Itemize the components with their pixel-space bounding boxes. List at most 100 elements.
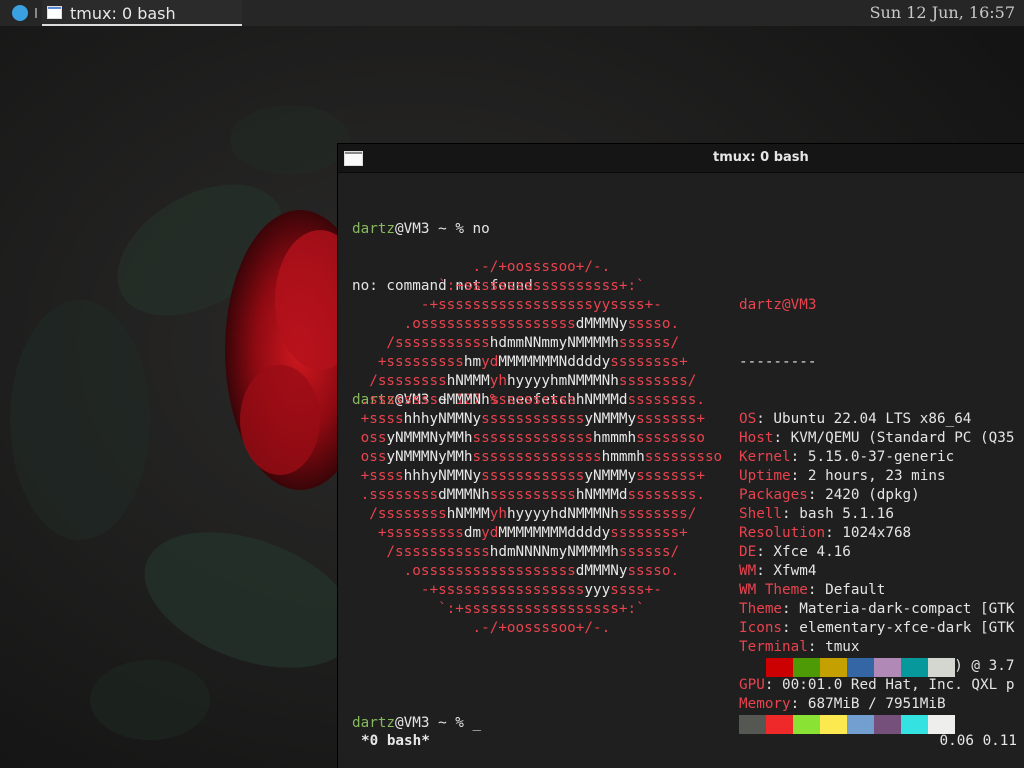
info-key: Host	[739, 430, 774, 446]
color-swatch	[901, 715, 928, 734]
logo-segment: hNMMM	[446, 506, 490, 522]
prompt-user: dartz	[352, 715, 396, 731]
logo-line: +sssssssssdmydMMMMMMMMddddyssssssss+	[352, 524, 722, 543]
logo-segment: ssssssss/	[618, 506, 697, 522]
logo-segment: ssssssso	[636, 430, 705, 446]
color-swatch	[820, 658, 847, 677]
logo-line: /ssssssssssshdmmNNmmyNMMMMhssssss/	[352, 334, 722, 353]
logo-segment: hdmNNNNmyNMMMMh	[489, 544, 619, 560]
logo-segment: .-/+oossssoo+/-.	[352, 259, 611, 275]
logo-line: .ssssssssdMMMNhsssssssssshNMMMdssssssss.	[352, 391, 722, 410]
logo-segment: .-/+oossssoo+/-.	[352, 620, 611, 636]
logo-segment: yNMMMNyMMh	[386, 449, 473, 465]
info-value: : Ubuntu 22.04 LTS x86_64	[756, 411, 972, 427]
color-swatch	[766, 715, 793, 734]
tmux-window-list[interactable]: *0 bash*	[361, 733, 430, 749]
logo-segment: oss	[352, 449, 387, 465]
logo-segment: hNMMM	[446, 373, 490, 389]
info-value: : 2 hours, 23 mins	[790, 468, 946, 484]
logo-segment: ssssssss/	[618, 373, 697, 389]
logo-segment: ssssssss.	[627, 487, 705, 503]
logo-segment: sssssssssssssss	[472, 449, 602, 465]
logo-segment: +ssss	[352, 468, 404, 484]
logo-segment: yNMMMNyMMh	[386, 430, 473, 446]
logo-line: +sssshhhyNMMNyssssssssssssyNMMMysssssss+	[352, 410, 722, 429]
logo-segment: +sssssssss	[352, 525, 464, 541]
info-key: DE	[739, 544, 757, 560]
top-panel: tmux: 0 bash Sun 12 Jun, 16:57	[0, 0, 1024, 26]
whisker-menu-icon[interactable]	[12, 5, 28, 21]
info-row: OS: Ubuntu 22.04 LTS x86_64	[739, 410, 1014, 429]
info-row: Host: KVM/QEMU (Standard PC (Q35	[739, 429, 1014, 448]
panel-clock[interactable]: Sun 12 Jun, 16:57	[870, 3, 1015, 22]
color-swatch	[739, 658, 766, 677]
logo-segment: ssssssssssssss	[472, 430, 594, 446]
logo-segment: ssssssssss	[489, 392, 576, 408]
logo-line: -+sssssssssssssssssyyyssss+-	[352, 581, 722, 600]
logo-line: +ssssssssshmydMMMMMMMNddddyssssssss+	[352, 353, 722, 372]
info-key: Shell	[739, 506, 783, 522]
logo-line: `:+ssssssssssssssssss+:`	[352, 277, 722, 296]
color-swatch	[928, 715, 955, 734]
info-value: : Default	[807, 582, 886, 598]
color-swatch	[874, 658, 901, 677]
window-titlebar[interactable]: tmux: 0 bash	[338, 144, 1024, 173]
terminal-window[interactable]: tmux: 0 bash dartz@VM3 ~ % no no: comman…	[337, 143, 1024, 768]
logo-line: /sssssssshNMMMyhhyyyyhmNMMMNhssssssss/	[352, 372, 722, 391]
logo-segment: +sssssssss	[352, 354, 464, 370]
color-swatch	[766, 658, 793, 677]
logo-segment: /sssssssssss	[352, 335, 490, 351]
logo-segment: -+sssssssssssssssss	[352, 582, 585, 598]
logo-line: .-/+oossssoo+/-.	[352, 619, 722, 638]
logo-segment: ssssss/	[618, 544, 680, 560]
info-value: : 1024x768	[825, 525, 912, 541]
info-row: Shell: bash 5.1.16	[739, 505, 1014, 524]
info-row: WM Theme: Default	[739, 581, 1014, 600]
window-menu-icon[interactable]	[344, 151, 363, 166]
logo-segment: sssssss+	[636, 411, 705, 427]
color-swatch	[847, 658, 874, 677]
logo-segment: /ssssssss	[352, 373, 447, 389]
neofetch-user: dartz	[739, 297, 783, 313]
tmux-load-average: 0.06 0.11	[939, 733, 1017, 749]
logo-line: ossyNMMMNyMMhssssssssssssssshmmmhsssssss…	[352, 448, 723, 467]
logo-line: `:+ssssssssssssssssss+:`	[352, 600, 722, 619]
neofetch-host: @VM3	[782, 297, 817, 313]
logo-segment: ssssssss+	[610, 525, 688, 541]
palette-row-normal	[739, 658, 955, 677]
info-value: : 2420 (dpkg)	[807, 487, 920, 503]
logo-segment: hmmmh	[601, 449, 645, 465]
tmux-status-bar: *0 bash* 0.06 0.11	[338, 733, 1024, 755]
color-swatch	[874, 715, 901, 734]
info-key: WM Theme	[739, 582, 808, 598]
color-swatch	[901, 658, 928, 677]
logo-segment: yyy	[584, 582, 611, 598]
command-text: no	[463, 221, 490, 237]
terminal-content[interactable]: dartz@VM3 ~ % no no: command not found d…	[352, 182, 1024, 734]
logo-segment: MMMMMMMNddddy	[498, 354, 611, 370]
neofetch-userhost: dartz@VM3	[739, 296, 1014, 315]
color-swatch	[793, 715, 820, 734]
info-key: Packages	[739, 487, 808, 503]
info-key: OS	[739, 411, 757, 427]
info-value: : Materia-dark-compact [GTK	[782, 601, 1015, 617]
logo-segment: sssso.	[627, 563, 680, 579]
taskbar-item-tmux[interactable]: tmux: 0 bash	[42, 0, 242, 26]
logo-line: -+ssssssssssssssssssyyssss+-	[352, 296, 722, 315]
logo-segment: oss	[352, 430, 387, 446]
logo-segment: dMMMNy	[575, 563, 628, 579]
logo-segment: ssssssssssss	[481, 468, 585, 484]
info-row: DE: Xfce 4.16	[739, 543, 1014, 562]
logo-segment: ssssss/	[618, 335, 680, 351]
logo-segment: `:+ssssssssssssssssss+:`	[352, 601, 645, 617]
logo-line: +sssshhhyNMMNyssssssssssssyNMMMysssssss+	[352, 467, 722, 486]
prompt-host: @VM3 ~ %	[395, 715, 473, 731]
color-swatch	[847, 715, 874, 734]
logo-segment: ssssssss+	[610, 354, 688, 370]
logo-segment: ssssssssssss	[481, 411, 585, 427]
logo-segment: hNMMMd	[575, 487, 628, 503]
logo-segment: .ssssssss	[352, 487, 439, 503]
info-row: Resolution: 1024x768	[739, 524, 1014, 543]
logo-segment: hdmmNNmmyNMMMMh	[489, 335, 619, 351]
info-key: WM	[739, 563, 757, 579]
